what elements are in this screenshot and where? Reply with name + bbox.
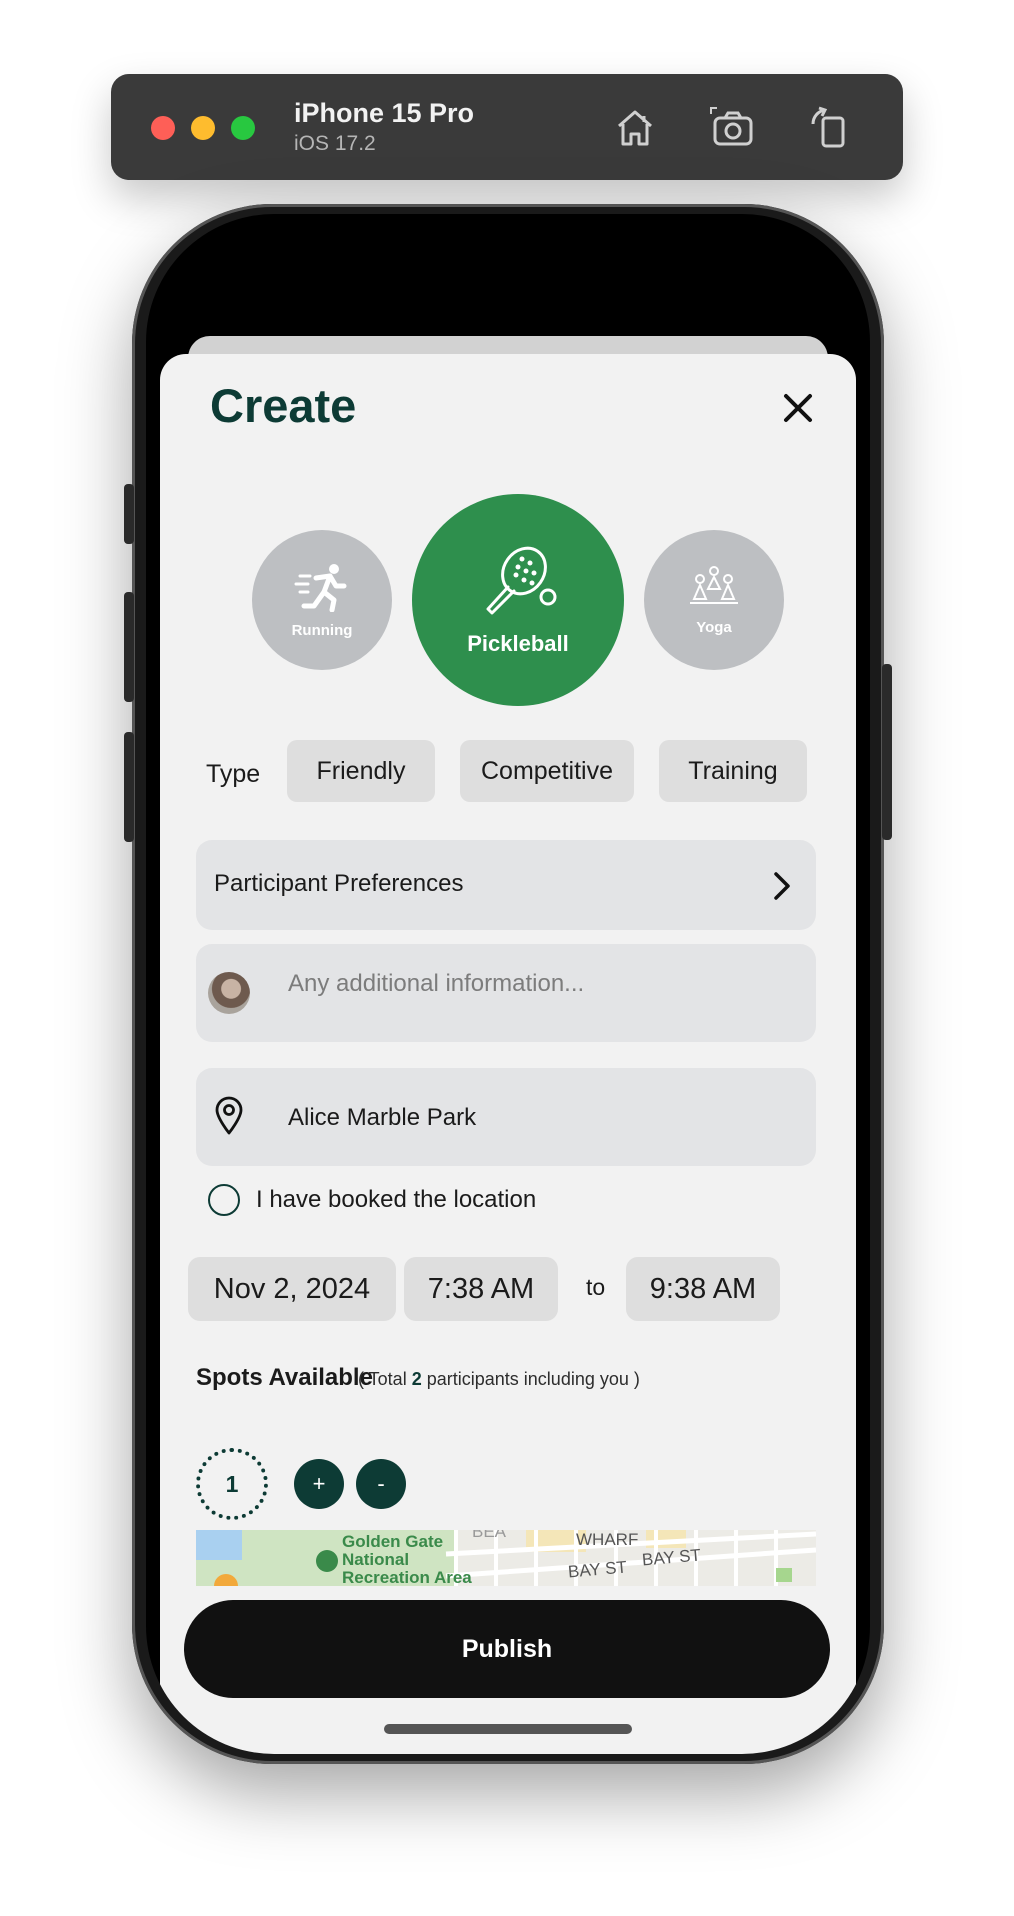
activity-yoga[interactable]: Yoga [644,530,784,670]
type-label: Type [206,760,261,788]
simulator-titlebar: iPhone 15 Pro iOS 17.2 [111,74,903,180]
type-training-chip[interactable]: Training [659,740,807,802]
activity-label: Yoga [696,618,732,636]
running-icon [294,563,347,612]
park-icon [316,1550,338,1572]
page-title: Create [210,379,357,432]
power-button [882,664,892,840]
participant-preferences-label: Participant Preferences [214,870,464,897]
activity-label: Pickleball [467,631,569,656]
create-sheet: Create Running Pickleball Yoga Type Frie… [160,354,856,1754]
activity-running[interactable]: Running [252,530,392,670]
yoga-icon [690,565,738,604]
spots-available-label: Spots Available [196,1364,373,1391]
minimize-window-button[interactable] [191,116,215,140]
activity-label: Running [291,621,353,639]
spots-total-count: 2 [411,1369,422,1389]
booked-location-radio[interactable] [208,1184,240,1216]
home-indicator[interactable] [384,1724,632,1734]
location-value: Alice Marble Park [288,1104,477,1131]
device-name: iPhone 15 Pro [294,98,475,128]
additional-info-field[interactable]: Any additional information... [196,944,816,1042]
additional-info-placeholder: Any additional information... [288,970,585,997]
phone-screen: Create Running Pickleball Yoga Type Frie… [146,214,870,1754]
os-version: iOS 17.2 [294,132,376,155]
participant-preferences-row[interactable]: Participant Preferences [196,840,816,930]
time-separator: to [586,1274,606,1300]
publish-button[interactable]: Publish [184,1600,830,1698]
home-icon[interactable] [611,104,659,152]
map-label-wharf: WHARF [576,1530,639,1549]
end-time-picker[interactable]: 9:38 AM [626,1257,780,1321]
location-field[interactable]: Alice Marble Park [196,1068,816,1166]
start-time-picker[interactable]: 7:38 AM [404,1257,558,1321]
close-window-button[interactable] [151,116,175,140]
map-label-park-1: Golden Gate [342,1532,444,1551]
booked-location-label: I have booked the location [256,1186,537,1213]
location-pin-icon [215,1096,243,1135]
map-label-park-2: National [342,1550,410,1569]
chevron-right-icon [774,872,790,900]
screenshot-icon[interactable] [709,104,757,152]
spots-total-note: ( Total 2 participants including you ) [358,1369,640,1390]
volume-down-button [124,732,134,842]
activity-pickleball[interactable]: Pickleball [412,494,624,706]
spots-count: 1 [196,1448,268,1520]
volume-up-button [124,592,134,702]
zoom-window-button[interactable] [231,116,255,140]
pickleball-icon [486,546,557,615]
type-friendly-chip[interactable]: Friendly [287,740,435,802]
date-picker[interactable]: Nov 2, 2024 [188,1257,396,1321]
increment-spots-button[interactable]: + [294,1459,344,1509]
rotate-icon[interactable] [807,104,855,152]
map-label-park-3: Recreation Area [342,1568,472,1586]
map-preview[interactable]: Golden Gate National Recreation Area WHA… [196,1530,816,1586]
spots-note-suffix: participants including you ) [426,1369,640,1389]
action-button [124,484,134,544]
decrement-spots-button[interactable]: - [356,1459,406,1509]
avatar [208,972,250,1014]
spots-note-prefix: ( Total [358,1369,407,1389]
close-icon[interactable] [778,388,818,428]
map-label-partial: BEA [472,1530,507,1541]
type-competitive-chip[interactable]: Competitive [460,740,634,802]
